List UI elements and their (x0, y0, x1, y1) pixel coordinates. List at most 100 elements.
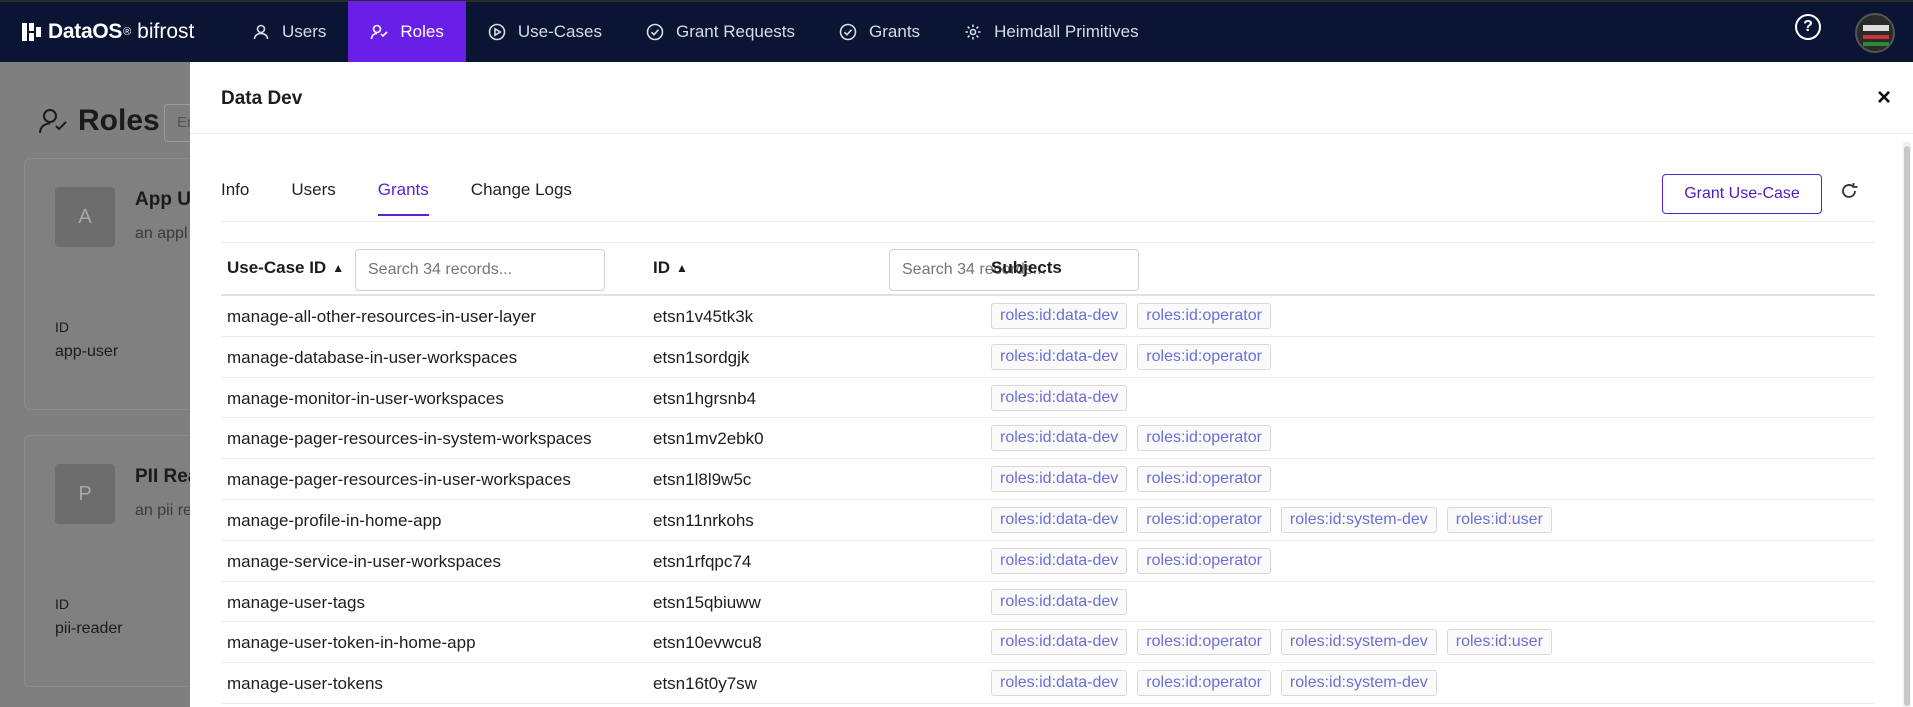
roles-icon (39, 109, 67, 134)
nav-use-cases-label: Use-Cases (517, 22, 602, 41)
scrollbar-thumb[interactable] (1904, 146, 1910, 706)
sort-asc-icon[interactable]: ▲ (332, 261, 344, 275)
drawer-tabs: Info Users Grants Change Logs (221, 180, 614, 216)
drawer-scrollbar[interactable] (1903, 142, 1911, 707)
subject-chip[interactable]: roles:id:operator (1137, 303, 1271, 329)
grants-table-body: manage-all-other-resources-in-user-layer… (221, 296, 1875, 704)
drawer-header: Data Dev × (190, 62, 1913, 134)
table-row[interactable]: manage-service-in-user-workspaces etsn1rf… (221, 541, 1875, 582)
table-row[interactable]: manage-user-tags etsn15qbiuww roles:id:dat… (221, 582, 1875, 623)
subject-chip[interactable]: roles:id:system-dev (1280, 670, 1437, 697)
role-id-value: app-user (55, 343, 119, 360)
tab-divider (221, 221, 1875, 222)
column-id[interactable]: ID ▲ (653, 258, 688, 278)
subject-chip[interactable]: roles:id:data-dev (991, 506, 1128, 533)
close-icon[interactable]: × (1877, 84, 1891, 112)
nav-grant-requests[interactable]: Grant Requests (624, 1, 817, 63)
table-row[interactable]: manage-profile-in-home-app etsn11nrkohs ro… (221, 500, 1875, 541)
subject-chip[interactable]: roles:id:data-dev (991, 547, 1128, 574)
grant-use-case-button[interactable]: Grant Use-Case (1662, 174, 1822, 214)
role-id-value: pii-reader (55, 620, 123, 637)
tab-users[interactable]: Users (291, 180, 335, 216)
subject-chip[interactable]: roles:id:operator (1137, 506, 1271, 533)
role-title: PII Rea (135, 466, 199, 487)
subject-chip[interactable]: roles:id:user (1446, 629, 1552, 656)
nav-grants[interactable]: Grants (817, 1, 942, 63)
nav-use-cases[interactable]: Use-Cases (466, 1, 624, 63)
subject-chip[interactable]: roles:id:operator (1137, 466, 1271, 493)
grant-id-cell: etsn15qbiuww (653, 592, 761, 612)
subjects-cell: roles:id:data-dev roles:id:operator (991, 547, 1281, 574)
nav-grants-label: Grants (869, 22, 921, 41)
usecase-id-cell: manage-monitor-in-user-workspaces (227, 388, 504, 408)
nav-heimdall-primitives[interactable]: Heimdall Primitives (942, 1, 1161, 63)
role-description: an appl (135, 225, 188, 242)
grant-id-cell: etsn1hgrsnb4 (653, 388, 757, 408)
role-id-label: ID (55, 596, 69, 612)
subject-chip[interactable]: roles:id:operator (1137, 629, 1271, 656)
roles-title-text: Roles (78, 104, 160, 137)
roles-icon (371, 24, 388, 40)
tab-grants[interactable]: Grants (377, 180, 429, 216)
subject-chip[interactable]: roles:id:operator (1137, 670, 1271, 697)
role-description: an pii re (135, 502, 192, 519)
brand-name: DataOS (48, 20, 123, 43)
dataos-logo-icon (22, 23, 41, 41)
subject-chip[interactable]: roles:id:data-dev (991, 384, 1128, 411)
column-id-label: ID (653, 258, 670, 277)
role-avatar: A (55, 187, 115, 247)
sort-asc-icon[interactable]: ▲ (676, 261, 688, 275)
column-subjects: Subjects (991, 258, 1062, 278)
subject-chip[interactable]: roles:id:data-dev (991, 670, 1128, 697)
nav-roles-label: Roles (400, 22, 444, 41)
subject-chip[interactable]: roles:id:system-dev (1280, 506, 1437, 533)
table-row[interactable]: manage-database-in-user-workspaces etsn1s… (221, 337, 1875, 378)
subjects-cell: roles:id:data-dev roles:id:operator roles:… (991, 506, 1562, 533)
table-row[interactable]: manage-monitor-in-user-workspaces etsn1hg… (221, 378, 1875, 419)
subject-chip[interactable]: roles:id:system-dev (1280, 629, 1437, 656)
table-row[interactable]: manage-user-token-in-home-app etsn10evwcu… (221, 622, 1875, 664)
grants-table-header: Use-Case ID ▲ ID ▲ Subjects (221, 242, 1875, 296)
grant-id-cell: etsn10evwcu8 (653, 633, 762, 653)
subjects-cell: roles:id:data-dev roles:id:operator (991, 466, 1281, 493)
top-nav: DataOS ® bifrost Users Roles Use-Cases G… (0, 0, 1913, 63)
subjects-cell: roles:id:data-dev (991, 588, 1137, 615)
usecase-id-cell: manage-user-tags (227, 592, 365, 612)
grant-id-cell: etsn1rfqpc74 (653, 551, 752, 571)
subject-chip[interactable]: roles:id:operator (1137, 343, 1271, 370)
refresh-icon[interactable] (1838, 180, 1860, 202)
usecase-id-cell: manage-pager-resources-in-user-workspace… (227, 470, 571, 490)
nav-users[interactable]: Users (230, 1, 348, 63)
roles-page-title: Roles (38, 104, 160, 138)
table-row[interactable]: manage-pager-resources-in-system-workspa… (221, 418, 1875, 460)
table-row[interactable]: manage-all-other-resources-in-user-layer… (221, 296, 1875, 337)
subject-chip[interactable]: roles:id:operator (1137, 547, 1271, 574)
brand-logo[interactable]: DataOS ® bifrost (0, 1, 230, 63)
subjects-cell: roles:id:data-dev roles:id:operator roles:… (991, 670, 1447, 697)
tab-info[interactable]: Info (221, 180, 249, 216)
check-circle-icon (646, 23, 664, 41)
usecase-id-cell: manage-database-in-user-workspaces (227, 347, 518, 367)
subject-chip[interactable]: roles:id:data-dev (991, 303, 1128, 329)
grant-id-cell: etsn16t0y7sw (653, 674, 757, 694)
user-avatar[interactable] (1855, 13, 1895, 53)
grant-id-cell: etsn1mv2ebk0 (653, 429, 764, 449)
usecase-id-cell: manage-all-other-resources-in-user-layer (227, 307, 536, 326)
grant-id-cell: etsn11nrkohs (653, 510, 754, 530)
usecase-id-cell: manage-pager-resources-in-system-workspa… (227, 429, 592, 449)
subject-chip[interactable]: roles:id:data-dev (991, 629, 1128, 656)
subject-chip[interactable]: roles:id:data-dev (991, 588, 1128, 615)
table-row[interactable]: manage-pager-resources-in-user-workspace… (221, 459, 1875, 500)
subject-chip[interactable]: roles:id:operator (1137, 425, 1271, 452)
table-row[interactable]: manage-user-tokens etsn16t0y7sw roles:id:d… (221, 663, 1875, 704)
subject-chip[interactable]: roles:id:data-dev (991, 425, 1128, 452)
subject-chip[interactable]: roles:id:data-dev (991, 343, 1128, 370)
nav-roles[interactable]: Roles (348, 1, 466, 63)
help-icon[interactable]: ? (1795, 14, 1821, 40)
column-usecase-id[interactable]: Use-Case ID ▲ (227, 258, 344, 278)
column-usecase-id-label: Use-Case ID (227, 258, 327, 277)
subject-chip[interactable]: roles:id:user (1446, 506, 1552, 533)
subject-chip[interactable]: roles:id:data-dev (991, 466, 1128, 493)
tab-change-logs[interactable]: Change Logs (471, 180, 572, 216)
usecase-search-input[interactable] (355, 249, 605, 291)
